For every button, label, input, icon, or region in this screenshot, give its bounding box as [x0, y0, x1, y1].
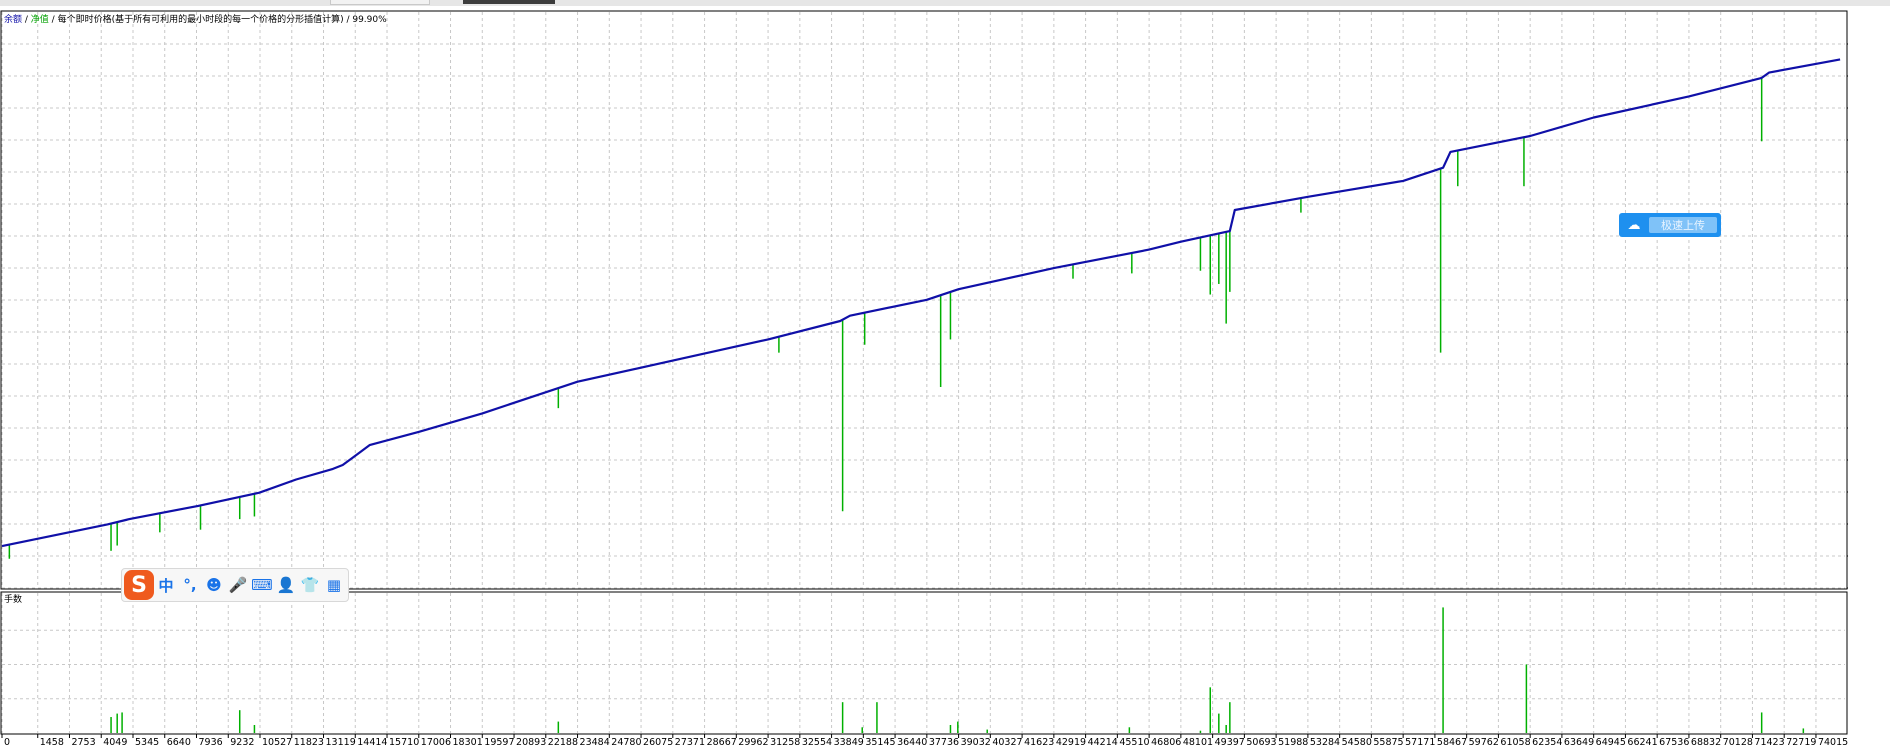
x-tick-label: 17006 — [421, 737, 451, 748]
keyboard-icon[interactable]: ⌨ — [250, 571, 274, 599]
user-icon[interactable]: 👤 — [274, 571, 298, 599]
x-axis-ticks: 0 1458 2753 4049 5345 6640 7936 9232 10527 11823 1… — [1, 734, 1848, 748]
x-tick-label: 36440 — [897, 737, 927, 748]
x-tick-label: 18301 — [453, 737, 483, 748]
x-tick-label: 24780 — [611, 737, 641, 748]
x-tick-label: 40327 — [992, 737, 1022, 748]
x-tick-label: 54580 — [1342, 737, 1372, 748]
emoji-icon[interactable]: ☻ — [202, 571, 226, 599]
x-tick-label: 28667 — [707, 737, 737, 748]
x-tick-label: 68832 — [1691, 737, 1721, 748]
right-margin — [1848, 10, 1890, 749]
x-tick-label: 57171 — [1405, 737, 1435, 748]
chinese-mode-icon[interactable]: 中 — [154, 571, 178, 599]
x-tick-label: 32554 — [802, 737, 832, 748]
x-tick-label: 58467 — [1437, 737, 1467, 748]
skin-icon[interactable]: 👕 — [298, 571, 322, 599]
x-tick-label: 45510 — [1119, 737, 1149, 748]
model-description: 每个即时价格(基于所有可利用的最小时段的每一个价格的分形插值计算) — [58, 13, 344, 25]
x-tick-label: 74015 — [1818, 737, 1848, 748]
x-tick-label: 59762 — [1469, 737, 1499, 748]
lots-panel-label: 手数 — [4, 593, 22, 605]
x-tick-label: 55875 — [1373, 737, 1403, 748]
x-tick-label: 33849 — [834, 737, 864, 748]
x-tick-label: 31258 — [770, 737, 800, 748]
legend-sep: / — [344, 15, 353, 25]
test-report-chart: 6898267771665606534964138629276171560504… — [0, 10, 1883, 748]
legend-sep: / — [49, 15, 58, 25]
x-tick-label: 46806 — [1151, 737, 1181, 748]
x-tick-label: 27371 — [675, 737, 705, 748]
x-tick-label: 14414 — [357, 737, 387, 748]
x-tick-label: 49397 — [1215, 737, 1245, 748]
x-tick-label: 62354 — [1532, 737, 1562, 748]
x-tick-label: 29962 — [738, 737, 768, 748]
cloud-icon: ☁ — [1627, 217, 1641, 233]
x-tick-label: 51988 — [1278, 737, 1308, 748]
x-tick-label: 20893 — [516, 737, 546, 748]
x-tick-label: 37736 — [929, 737, 959, 748]
legend-equity: 净值 — [31, 13, 49, 25]
x-tick-label: 50693 — [1246, 737, 1276, 748]
x-tick-label: 23484 — [580, 737, 610, 748]
x-tick-label: 42919 — [1056, 737, 1086, 748]
punctuation-icon[interactable]: °, — [178, 571, 202, 599]
upload-widget[interactable]: ☁ 极速上传 — [1619, 213, 1721, 237]
x-tick-label: 9232 — [230, 737, 254, 748]
x-tick-label: 11823 — [294, 737, 324, 748]
x-tick-label: 13119 — [326, 737, 356, 748]
x-tick-label: 5345 — [135, 737, 159, 748]
x-tick-label: 63649 — [1564, 737, 1594, 748]
x-tick-label: 6640 — [167, 737, 191, 748]
modeling-quality: 99.90% — [352, 15, 387, 25]
x-tick-label: 71423 — [1754, 737, 1784, 748]
x-tick-label: 61058 — [1500, 737, 1530, 748]
lower-panel-frame — [0, 591, 1848, 735]
x-tick-label: 66241 — [1627, 737, 1657, 748]
x-tick-label: 7936 — [198, 737, 222, 748]
x-tick-label: 1458 — [40, 737, 64, 748]
x-tick-label: 72719 — [1786, 737, 1816, 748]
x-tick-label: 2753 — [71, 737, 95, 748]
sogou-logo-icon[interactable]: S — [124, 570, 154, 600]
x-tick-label: 70128 — [1723, 737, 1753, 748]
x-tick-label: 48101 — [1183, 737, 1213, 748]
x-tick-label: 22188 — [548, 737, 578, 748]
x-tick-label: 53284 — [1310, 737, 1340, 748]
chart-header: 余额 / 净值 / 每个即时价格(基于所有可利用的最小时段的每一个价格的分形插值… — [4, 13, 387, 25]
x-tick-label: 26075 — [643, 737, 673, 748]
ime-toolbar[interactable]: S 中 °, ☻ 🎤 ⌨ 👤 👕 ▦ — [121, 568, 349, 602]
x-tick-label: 10527 — [262, 737, 292, 748]
x-tick-label: 0 — [4, 737, 10, 748]
upload-label: 极速上传 — [1649, 217, 1717, 233]
legend-sep: / — [22, 15, 31, 25]
x-tick-label: 44214 — [1088, 737, 1118, 748]
toolbox-icon[interactable]: ▦ — [322, 571, 346, 599]
x-tick-label: 64945 — [1596, 737, 1626, 748]
x-tick-label: 41623 — [1024, 737, 1054, 748]
x-tick-label: 39032 — [961, 737, 991, 748]
legend-balance: 余额 — [4, 13, 22, 25]
x-tick-label: 19597 — [484, 737, 514, 748]
x-tick-label: 15710 — [389, 737, 419, 748]
x-tick-label: 67536 — [1659, 737, 1689, 748]
x-tick-label: 4049 — [103, 737, 127, 748]
x-tick-label: 35145 — [865, 737, 895, 748]
microphone-icon[interactable]: 🎤 — [226, 571, 250, 599]
